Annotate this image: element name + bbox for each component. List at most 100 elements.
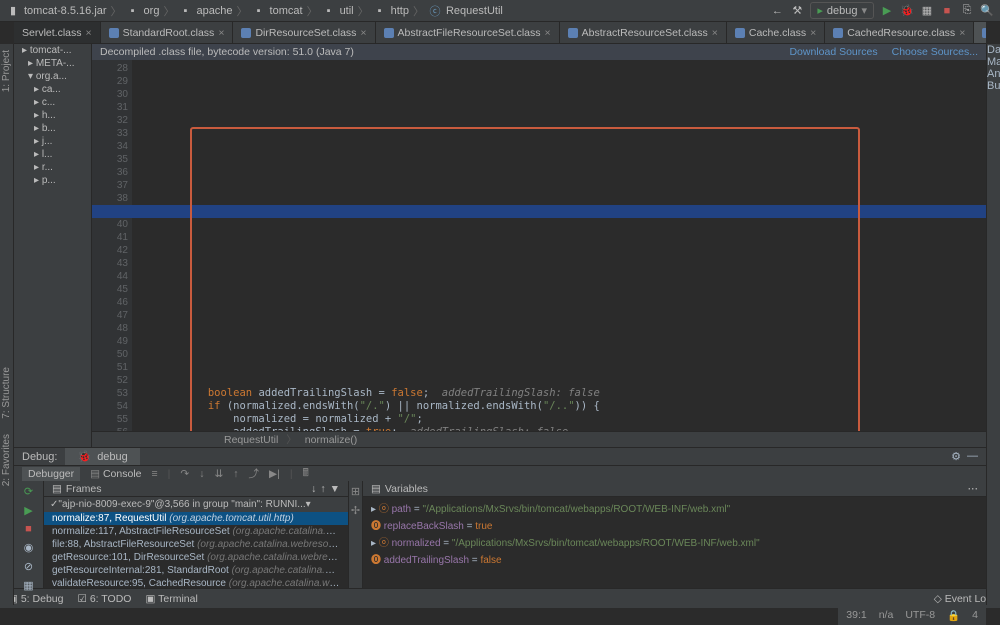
settings-icon[interactable]: ✢	[351, 504, 360, 517]
breakpoints-icon[interactable]: ◉	[21, 541, 37, 554]
coverage-icon[interactable]: ▦	[920, 4, 934, 18]
project-tree[interactable]: ▸ tomcat-... ▸ META-... ▾ org.a... ▸ ca.…	[14, 44, 92, 447]
evaluate-icon[interactable]: 🖩	[303, 465, 309, 483]
debugger-toolbar: Debugger ▤ Console ≡ | ↷ ↓ ⇊ ↑ ⤴ ▶| | 🖩	[14, 465, 986, 481]
code-editor[interactable]: 2829303132333435363738394041424344454647…	[92, 60, 986, 431]
line-sep[interactable]: n/a	[879, 609, 894, 621]
close-icon[interactable]: ×	[959, 27, 965, 39]
debug-side-buttons: ⟳ ▶ ■ ◉ ⊘ ▦	[14, 481, 44, 588]
variable-row[interactable]: ▸ ⓞ normalized = "/Applications/MxSrvs/b…	[363, 533, 986, 550]
frames-panel: ▤Frames ↓↑▼ ✓ "ajp-nio-8009-exec-9"@3,56…	[44, 481, 349, 588]
stack-frame[interactable]: validateResource:95, CachedResource (org…	[44, 577, 348, 588]
mute-bp-icon[interactable]: ⊘	[21, 560, 37, 573]
drop-frame-icon[interactable]: ⤴	[249, 466, 260, 481]
tab-2[interactable]: DirResourceSet.class×	[233, 22, 375, 43]
path-0[interactable]: org	[144, 5, 160, 17]
caret-pos: 39:1	[846, 609, 866, 621]
close-icon[interactable]: ×	[810, 27, 816, 39]
step-into-icon[interactable]: ↓	[199, 468, 204, 480]
lock-icon[interactable]: 🔒	[947, 609, 960, 622]
tab-4[interactable]: AbstractResourceSet.class×	[560, 22, 727, 43]
crumb-1[interactable]: normalize()	[305, 434, 358, 446]
left-tool-stripe[interactable]: 1: Project 7: Structure 2: Favorites	[0, 44, 14, 605]
vars-settings-icon[interactable]: ⋯	[968, 483, 979, 495]
vcs-icon[interactable]: ⎘	[960, 4, 974, 18]
event-log[interactable]: ◇ Event Log	[934, 593, 992, 605]
run-config-select[interactable]: ▸debug▾	[810, 2, 874, 19]
hammer-icon[interactable]: ⚒	[790, 4, 804, 18]
close-icon[interactable]: ×	[86, 27, 92, 39]
threads-icon[interactable]: ≡	[152, 468, 158, 480]
variable-row[interactable]: ⓿ addedTrailingSlash = false	[363, 550, 986, 567]
search-icon[interactable]: 🔍	[980, 4, 994, 18]
filter-icon[interactable]: ▼	[330, 483, 340, 495]
resume-icon[interactable]: ▶	[21, 504, 37, 517]
main-toolbar: ▮ tomcat-8.5.16.jar 〉 ▪ org 〉 ▪ apache 〉…	[0, 0, 1000, 22]
tab-1[interactable]: StandardRoot.class×	[101, 22, 234, 43]
tab-6[interactable]: CachedResource.class×	[825, 22, 974, 43]
jar-name: tomcat-8.5.16.jar	[24, 5, 107, 17]
debug-icon[interactable]: 🐞	[900, 4, 914, 18]
layout-icon[interactable]: ▦	[21, 579, 37, 592]
run-to-cursor-icon[interactable]: ▶|	[269, 468, 280, 480]
minimize-icon[interactable]: —	[967, 450, 978, 463]
path-3[interactable]: util	[340, 5, 354, 17]
folder-icon: ▪	[252, 4, 266, 18]
next-frame-icon[interactable]: ↑	[320, 483, 325, 495]
path-4[interactable]: http	[391, 5, 409, 17]
stack-frame[interactable]: normalize:117, AbstractFileResourceSet (…	[44, 525, 348, 538]
folder-icon: ▪	[322, 4, 336, 18]
step-over-icon[interactable]: ↷	[180, 468, 189, 480]
rerun-icon[interactable]: ⟳	[21, 485, 37, 498]
class-icon: ⓒ	[428, 4, 442, 18]
close-icon[interactable]: ×	[360, 27, 366, 39]
indent[interactable]: 4	[972, 609, 978, 621]
right-tool-stripe[interactable]: Database Maven Ant Build	[986, 44, 1000, 605]
tab-0[interactable]: Servlet.class×	[14, 22, 101, 43]
crumb-0[interactable]: RequestUtil	[224, 434, 278, 446]
footer-todo[interactable]: ☑ 6: TODO	[77, 593, 131, 605]
debugger-tab[interactable]: Debugger	[22, 467, 80, 481]
console-tab[interactable]: ▤ Console	[90, 468, 141, 480]
jar-icon: ▮	[6, 4, 20, 18]
tab-5[interactable]: Cache.class×	[727, 22, 825, 43]
highlight-box	[190, 127, 860, 431]
banner-text: Decompiled .class file, bytecode version…	[100, 46, 354, 58]
settings-icon[interactable]: ⚙	[951, 450, 961, 463]
path-file[interactable]: RequestUtil	[446, 5, 503, 17]
stack-frame[interactable]: getResourceInternal:281, StandardRoot (o…	[44, 564, 348, 577]
choose-sources-link[interactable]: Choose Sources...	[892, 46, 978, 58]
force-step-icon[interactable]: ⇊	[214, 468, 223, 480]
variable-row[interactable]: ▸ ⓞ path = "/Applications/MxSrvs/bin/tom…	[363, 499, 986, 516]
stack-frame[interactable]: normalize:87, RequestUtil (org.apache.to…	[44, 512, 348, 525]
run-icon[interactable]: ▶	[880, 4, 894, 18]
stop-icon[interactable]: ■	[21, 523, 37, 535]
thread-selector[interactable]: ✓ "ajp-nio-8009-exec-9"@3,566 in group "…	[44, 497, 348, 512]
debug-toolwindow-header: Debug: 🐞debug ⚙ —	[14, 447, 986, 465]
download-sources-link[interactable]: Download Sources	[789, 46, 877, 58]
step-out-icon[interactable]: ↑	[233, 468, 238, 480]
restore-layout-icon[interactable]: ⊞	[351, 485, 360, 498]
stop-icon[interactable]: ■	[940, 4, 954, 18]
stack-frame[interactable]: getResource:101, DirResourceSet (org.apa…	[44, 551, 348, 564]
frames-title: Frames	[66, 483, 102, 495]
tab-7[interactable]: RequestUtil.class×	[974, 22, 986, 43]
path-2[interactable]: tomcat	[270, 5, 303, 17]
footer-terminal[interactable]: ▣ Terminal	[145, 593, 197, 605]
stack-frame[interactable]: file:88, AbstractFileResourceSet (org.ap…	[44, 538, 348, 551]
close-icon[interactable]: ×	[218, 27, 224, 39]
decompile-banner: Decompiled .class file, bytecode version…	[92, 44, 986, 60]
close-icon[interactable]: ×	[712, 27, 718, 39]
line-gutter[interactable]: 2829303132333435363738394041424344454647…	[92, 60, 132, 431]
back-icon[interactable]: ←	[770, 4, 784, 18]
folder-icon: ▪	[178, 4, 192, 18]
variables-panel: ▤Variables ⋯ ▸ ⓞ path = "/Applications/M…	[363, 481, 986, 588]
debug-session-tab[interactable]: 🐞debug	[65, 448, 139, 465]
footer-debug[interactable]: ▣ 5: Debug	[8, 593, 63, 605]
close-icon[interactable]: ×	[545, 27, 551, 39]
prev-frame-icon[interactable]: ↓	[311, 483, 316, 495]
path-1[interactable]: apache	[196, 5, 232, 17]
encoding[interactable]: UTF-8	[905, 609, 935, 621]
tab-3[interactable]: AbstractFileResourceSet.class×	[376, 22, 560, 43]
variable-row[interactable]: ⓿ replaceBackSlash = true	[363, 516, 986, 533]
